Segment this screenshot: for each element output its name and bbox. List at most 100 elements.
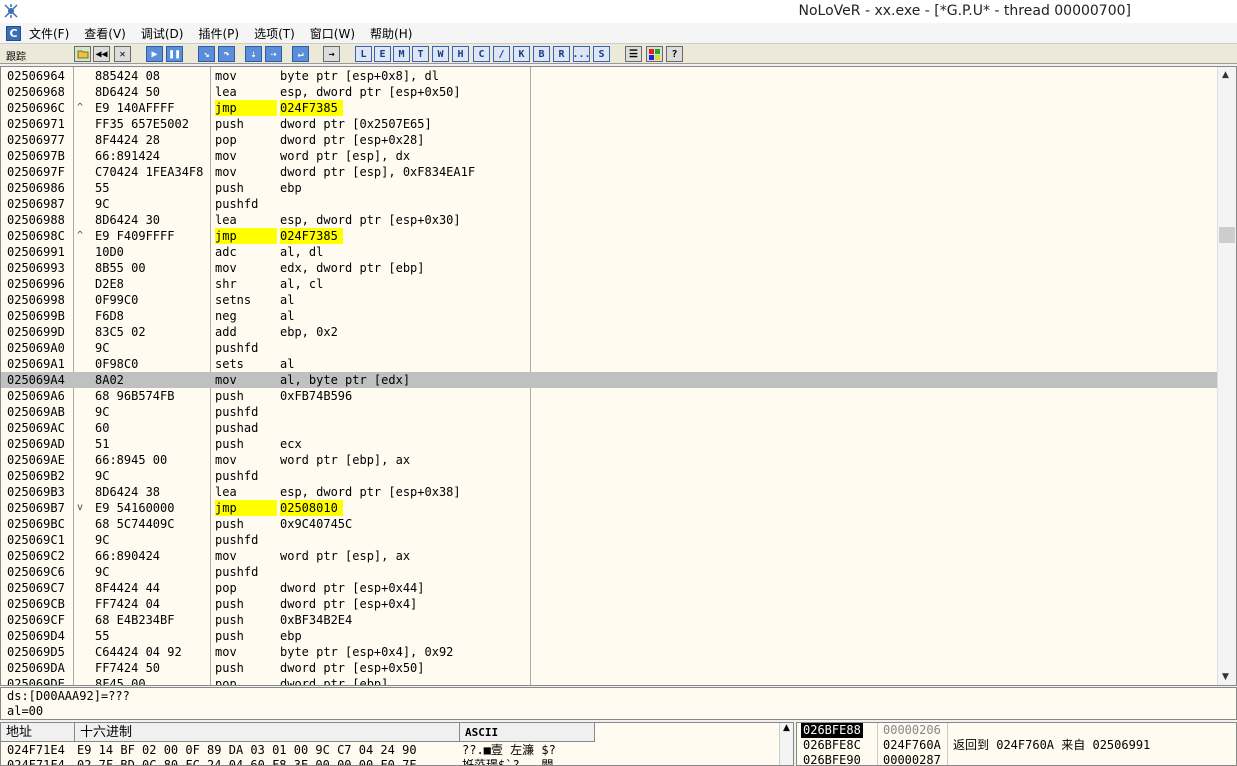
scroll-up-icon[interactable]: ▲ bbox=[783, 723, 790, 733]
disasm-row[interactable]: 02506991 10D0 adc al, dl bbox=[1, 244, 1217, 260]
disasm-row[interactable]: 025069A1 0F98C0 sets al bbox=[1, 356, 1217, 372]
disasm-row[interactable]: 025069C6 9C pushfd bbox=[1, 564, 1217, 580]
disasm-row[interactable]: 02506971 FF35 657E5002 push dword ptr [0x25… bbox=[1, 116, 1217, 132]
stack-address: 026BFE8C bbox=[803, 738, 861, 752]
scroll-down-icon[interactable]: ▼ bbox=[1222, 672, 1229, 682]
disasm-row[interactable]: 025069AD 51 push ecx bbox=[1, 436, 1217, 452]
disasm-row[interactable]: 025069A6 68 96B574FB push 0xFB74B596 bbox=[1, 388, 1217, 404]
disasm-mnemonic: add bbox=[215, 325, 237, 339]
disasm-row[interactable]: 025069AE 66:8945 00 mov word ptr [ebp], ax bbox=[1, 452, 1217, 468]
scroll-up-icon[interactable]: ▲ bbox=[1222, 70, 1229, 80]
disasm-row[interactable]: 025069B7 v E9 54160000 jmp 02508010 bbox=[1, 500, 1217, 516]
list-view-button[interactable]: ☰ bbox=[625, 46, 642, 62]
disassembly-scrollbar[interactable]: ▲ ▼ bbox=[1217, 67, 1236, 685]
dump-row[interactable]: 024F71E4 E9 14 BF 02 00 0F 89 DA 03 01 0… bbox=[7, 743, 556, 758]
goto-button[interactable]: → bbox=[323, 46, 340, 62]
system-menu-icon[interactable]: C bbox=[6, 25, 21, 41]
disasm-row[interactable]: 02506968 8D6424 50 lea esp, dword ptr [esp+… bbox=[1, 84, 1217, 100]
disasm-row[interactable]: 025069C1 9C pushfd bbox=[1, 532, 1217, 548]
disasm-operands: 024F7385 bbox=[280, 100, 343, 116]
disasm-row[interactable]: 025069AB 9C pushfd bbox=[1, 404, 1217, 420]
references-button[interactable]: R bbox=[553, 46, 570, 62]
disasm-row[interactable]: 02506996 D2E8 shr al, cl bbox=[1, 276, 1217, 292]
open-button[interactable] bbox=[74, 46, 91, 62]
disasm-row[interactable]: 0250697B 66:891424 mov word ptr [esp], dx bbox=[1, 148, 1217, 164]
disasm-row[interactable]: 025069D5 C64424 04 92 mov byte ptr [esp+0x4… bbox=[1, 644, 1217, 660]
menu-debug[interactable]: 调试(D) bbox=[141, 25, 184, 42]
step-over-button[interactable]: ↷ bbox=[218, 46, 235, 62]
menu-view[interactable]: 查看(V) bbox=[84, 25, 126, 42]
menu-plugins[interactable]: 插件(P) bbox=[198, 25, 239, 42]
run-button[interactable]: ▶ bbox=[146, 46, 163, 62]
menu-window[interactable]: 窗口(W) bbox=[310, 25, 355, 42]
disasm-row[interactable]: 025069A4 8A02 mov al, byte ptr [edx] bbox=[1, 372, 1217, 388]
disasm-row[interactable]: 025069B2 9C pushfd bbox=[1, 468, 1217, 484]
close-button[interactable]: ✕ bbox=[114, 46, 131, 62]
disasm-row[interactable]: 02506987 9C pushfd bbox=[1, 196, 1217, 212]
patches-button[interactable]: / bbox=[493, 46, 510, 62]
stack-row[interactable]: 026BFE88 00000206 bbox=[797, 723, 1236, 738]
disasm-operands: word ptr [esp], ax bbox=[280, 549, 411, 563]
call-stack-button[interactable]: K bbox=[513, 46, 530, 62]
menu-file[interactable]: 文件(F) bbox=[29, 25, 69, 42]
disasm-row[interactable]: 02506998 0F99C0 setns al bbox=[1, 292, 1217, 308]
disasm-row[interactable]: 025069DA FF7424 50 push dword ptr [esp+0x50… bbox=[1, 660, 1217, 676]
disasm-row[interactable]: 02506964 885424 08 mov byte ptr [esp+0x8], … bbox=[1, 68, 1217, 84]
disasm-row[interactable]: 0250699B F6D8 neg al bbox=[1, 308, 1217, 324]
stack-pane[interactable]: 026BFE88 00000206 026BFE8C 024F760A 返回到 … bbox=[796, 722, 1237, 766]
disasm-row[interactable]: 025069C2 66:890424 mov word ptr [esp], ax bbox=[1, 548, 1217, 564]
disasm-row[interactable]: 02506988 8D6424 30 lea esp, dword ptr [esp+… bbox=[1, 212, 1217, 228]
disasm-row[interactable]: 025069B3 8D6424 38 lea esp, dword ptr [esp+… bbox=[1, 484, 1217, 500]
handles-button[interactable]: H bbox=[452, 46, 469, 62]
step-into-button[interactable]: ↘ bbox=[198, 46, 215, 62]
execute-till-return-button[interactable]: ↵ bbox=[292, 46, 309, 62]
disasm-address: 02506964 bbox=[7, 69, 65, 83]
run-trace-button[interactable]: ... bbox=[572, 46, 591, 62]
stack-row[interactable]: 026BFE90 00000287 bbox=[797, 753, 1236, 765]
disasm-row[interactable]: 025069C7 8F4424 44 pop dword ptr [esp+0x44] bbox=[1, 580, 1217, 596]
log-window-button[interactable]: L bbox=[355, 46, 372, 62]
disasm-row[interactable]: 025069DE 8F45 00 pop dword ptr [ebp] bbox=[1, 676, 1217, 685]
pause-button[interactable]: ❚❚ bbox=[166, 46, 183, 62]
trace-into-button[interactable]: ⇣ bbox=[245, 46, 262, 62]
disasm-row[interactable]: 02506977 8F4424 28 pop dword ptr [esp+0x28] bbox=[1, 132, 1217, 148]
disasm-row[interactable]: 025069D4 55 push ebp bbox=[1, 628, 1217, 644]
restart-button[interactable]: ◀◀ bbox=[93, 46, 110, 62]
disasm-row[interactable]: 0250696C ^ E9 140AFFFF jmp 024F7385 bbox=[1, 100, 1217, 116]
menu-help[interactable]: 帮助(H) bbox=[370, 25, 412, 42]
scrollbar-thumb[interactable] bbox=[1219, 227, 1235, 243]
executable-modules-button[interactable]: E bbox=[374, 46, 391, 62]
trace-over-button[interactable]: ⇢ bbox=[265, 46, 282, 62]
disasm-row[interactable]: 025069CB FF7424 04 push dword ptr [esp+0x4] bbox=[1, 596, 1217, 612]
breakpoints-button[interactable]: B bbox=[533, 46, 550, 62]
disasm-row[interactable]: 02506993 8B55 00 mov edx, dword ptr [ebp] bbox=[1, 260, 1217, 276]
cpu-button[interactable]: C bbox=[473, 46, 490, 62]
disasm-row[interactable]: 025069A0 9C pushfd bbox=[1, 340, 1217, 356]
disasm-hex: 9C bbox=[95, 533, 110, 547]
palette-button[interactable] bbox=[646, 46, 663, 62]
disasm-row[interactable]: 025069AC 60 pushad bbox=[1, 420, 1217, 436]
dump-header-ascii[interactable]: ASCII bbox=[460, 723, 595, 742]
windows-button[interactable]: W bbox=[432, 46, 449, 62]
dump-scrollbar[interactable]: ▲ bbox=[779, 723, 793, 765]
disasm-row[interactable]: 0250699D 83C5 02 add ebp, 0x2 bbox=[1, 324, 1217, 340]
disasm-hex: FF7424 50 bbox=[95, 661, 161, 675]
dump-pane[interactable]: 地址 十六进制 ASCII 024F71E4 E9 14 BF 02 00 0F… bbox=[0, 722, 794, 766]
disasm-row[interactable]: 0250697F C70424 1FEA34F8 mov dword ptr [esp… bbox=[1, 164, 1217, 180]
dump-row[interactable]: 024F71F4 02 7F BD 0C 80 FC 24 04 60 F8 3… bbox=[7, 758, 553, 765]
disasm-row[interactable]: 025069CF 68 E4B234BF push 0xBF34B2E4 bbox=[1, 612, 1217, 628]
help-button[interactable]: ? bbox=[666, 46, 683, 62]
menu-options[interactable]: 选项(T) bbox=[254, 25, 295, 42]
dump-header-hex[interactable]: 十六进制 bbox=[75, 723, 460, 742]
disasm-row[interactable]: 025069BC 68 5C74409C push 0x9C40745C bbox=[1, 516, 1217, 532]
info-pane: ds:[D00AAA92]=??? al=00 bbox=[0, 687, 1237, 720]
dump-header-address[interactable]: 地址 bbox=[1, 723, 75, 742]
source-button[interactable]: S bbox=[593, 46, 610, 62]
memory-map-button[interactable]: M bbox=[393, 46, 410, 62]
disasm-row[interactable]: 0250698C ^ E9 F409FFFF jmp 024F7385 bbox=[1, 228, 1217, 244]
stack-row[interactable]: 026BFE8C 024F760A 返回到 024F760A 来自 025069… bbox=[797, 738, 1236, 753]
disasm-mnemonic: pushfd bbox=[215, 533, 259, 547]
threads-button[interactable]: T bbox=[412, 46, 429, 62]
disasm-row[interactable]: 02506986 55 push ebp bbox=[1, 180, 1217, 196]
disassembly-pane[interactable]: 02506964 885424 08 mov byte ptr [esp+0x8], … bbox=[0, 66, 1237, 686]
